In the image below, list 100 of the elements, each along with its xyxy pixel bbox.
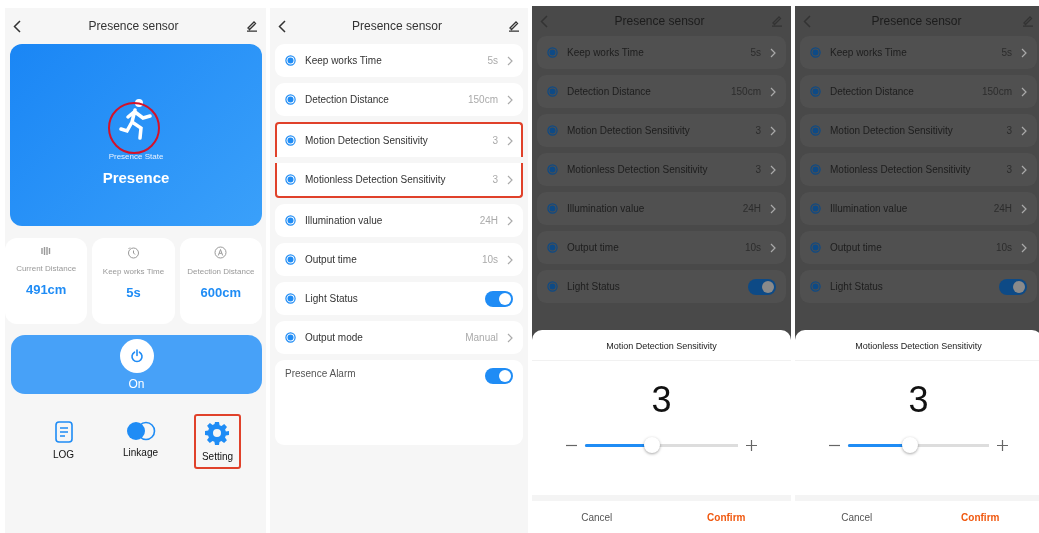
chevron-right-icon bbox=[1021, 125, 1027, 136]
chevron-right-icon bbox=[770, 242, 776, 253]
radio-dot-icon bbox=[285, 174, 296, 185]
action-button[interactable]: Linkage bbox=[115, 414, 166, 469]
radio-dot-icon bbox=[810, 242, 821, 253]
radio-dot-icon bbox=[547, 86, 558, 97]
setting-label: Output time bbox=[305, 254, 358, 265]
stat-label: Current Distance bbox=[16, 264, 77, 274]
radio-dot-icon bbox=[547, 242, 558, 253]
chevron-right-icon bbox=[507, 332, 513, 343]
radio-dot-icon bbox=[285, 135, 296, 146]
chevron-right-icon bbox=[770, 164, 776, 175]
setting-row[interactable]: Output time 10s bbox=[275, 243, 523, 276]
slider-thumb[interactable] bbox=[902, 437, 919, 453]
setting-value: 5s bbox=[487, 55, 498, 66]
radio-dot-icon bbox=[810, 47, 821, 58]
action-button[interactable]: Setting bbox=[193, 414, 242, 469]
slider-thumb[interactable] bbox=[644, 437, 661, 453]
back-icon[interactable] bbox=[13, 19, 21, 33]
toggle-switch[interactable] bbox=[748, 278, 776, 295]
bars-icon bbox=[41, 246, 52, 256]
stat-label: Detection Distance bbox=[187, 267, 255, 277]
radio-dot-icon bbox=[285, 94, 296, 105]
alarm-label: Presence Alarm bbox=[285, 368, 356, 379]
radio-dot-icon bbox=[810, 281, 821, 292]
radio-dot-icon bbox=[547, 47, 558, 58]
setting-label: Motionless Detection Sensitivity bbox=[305, 174, 447, 185]
radio-dot-icon bbox=[810, 125, 821, 136]
plus-icon[interactable] bbox=[997, 439, 1008, 451]
setting-value: 24H bbox=[479, 215, 498, 226]
chevron-right-icon bbox=[507, 135, 513, 146]
clock-icon bbox=[127, 246, 140, 259]
stat-value: 491cm bbox=[25, 282, 67, 297]
circled-a-icon bbox=[214, 246, 228, 259]
radio-dot-icon bbox=[810, 203, 821, 214]
setting-value: 3 bbox=[492, 135, 498, 146]
edit-icon[interactable] bbox=[246, 20, 258, 32]
chevron-right-icon bbox=[1021, 242, 1027, 253]
action-button[interactable]: LOG bbox=[44, 414, 83, 469]
state-caption: Presence State bbox=[108, 152, 164, 161]
chevron-right-icon bbox=[1021, 203, 1027, 214]
radio-dot-icon bbox=[285, 55, 296, 66]
chevron-right-icon bbox=[507, 254, 513, 265]
chevron-right-icon bbox=[1021, 164, 1027, 175]
toggle-circles-icon bbox=[125, 421, 156, 441]
sheet-title: Motionless Detection Sensitivity bbox=[795, 330, 1039, 361]
setting-value: Manual bbox=[465, 332, 498, 343]
setting-row[interactable]: Motion Detection Sensitivity 3 bbox=[275, 122, 523, 157]
radio-dot-icon bbox=[285, 332, 296, 343]
setting-row[interactable]: Illumination value 24H bbox=[275, 204, 523, 237]
radio-dot-icon bbox=[810, 164, 821, 175]
setting-label: Detection Distance bbox=[305, 94, 390, 105]
setting-row[interactable]: Detection Distance 150cm bbox=[275, 83, 523, 116]
chevron-right-icon bbox=[770, 125, 776, 136]
setting-value: 3 bbox=[492, 174, 498, 185]
setting-label: Output mode bbox=[305, 332, 364, 343]
radio-dot-icon bbox=[810, 86, 821, 97]
setting-value: 150cm bbox=[468, 94, 498, 105]
setting-row[interactable]: Output mode Manual bbox=[275, 321, 523, 354]
toggle-switch[interactable] bbox=[999, 278, 1027, 295]
toggle-switch[interactable] bbox=[485, 368, 513, 384]
presence-state: Presence bbox=[102, 169, 170, 186]
chevron-right-icon bbox=[507, 215, 513, 226]
edit-icon[interactable] bbox=[508, 20, 520, 32]
back-icon[interactable] bbox=[278, 19, 286, 33]
plus-icon[interactable] bbox=[746, 439, 757, 451]
chevron-right-icon bbox=[770, 47, 776, 58]
setting-row[interactable]: Light Status bbox=[275, 282, 523, 315]
radio-dot-icon bbox=[547, 203, 558, 214]
stat-value: 5s bbox=[126, 285, 141, 300]
stat-value: 600cm bbox=[200, 285, 242, 300]
chevron-right-icon bbox=[507, 55, 513, 66]
screen-title: Presence sensor bbox=[88, 19, 179, 33]
radio-dot-icon bbox=[547, 281, 558, 292]
setting-label: Motion Detection Sensitivity bbox=[305, 135, 429, 146]
radio-dot-icon bbox=[285, 215, 296, 226]
running-person-icon bbox=[119, 98, 153, 142]
toggle-switch[interactable] bbox=[485, 290, 513, 307]
setting-value: 10s bbox=[481, 254, 498, 265]
power-icon bbox=[129, 349, 144, 363]
sheet-title: Motion Detection Sensitivity bbox=[532, 330, 791, 361]
stat-label: Keep works Time bbox=[102, 267, 165, 277]
setting-row[interactable]: Motionless Detection Sensitivity 3 bbox=[275, 163, 523, 198]
radio-dot-icon bbox=[285, 293, 296, 304]
setting-label: Light Status bbox=[305, 293, 359, 304]
document-icon bbox=[54, 421, 73, 443]
chevron-right-icon bbox=[770, 203, 776, 214]
chevron-right-icon bbox=[507, 94, 513, 105]
chevron-right-icon bbox=[507, 174, 513, 185]
screen-title: Presence sensor bbox=[351, 19, 442, 33]
setting-row[interactable]: Keep works Time 5s bbox=[275, 44, 523, 77]
sensitivity-value: 3 bbox=[907, 379, 930, 421]
sensitivity-value: 3 bbox=[650, 379, 673, 421]
chevron-right-icon bbox=[1021, 47, 1027, 58]
radio-dot-icon bbox=[547, 125, 558, 136]
power-button[interactable]: On bbox=[11, 335, 262, 394]
radio-dot-icon bbox=[285, 254, 296, 265]
setting-label: Illumination value bbox=[305, 215, 384, 226]
settings-icon bbox=[205, 421, 230, 445]
chevron-right-icon bbox=[770, 86, 776, 97]
